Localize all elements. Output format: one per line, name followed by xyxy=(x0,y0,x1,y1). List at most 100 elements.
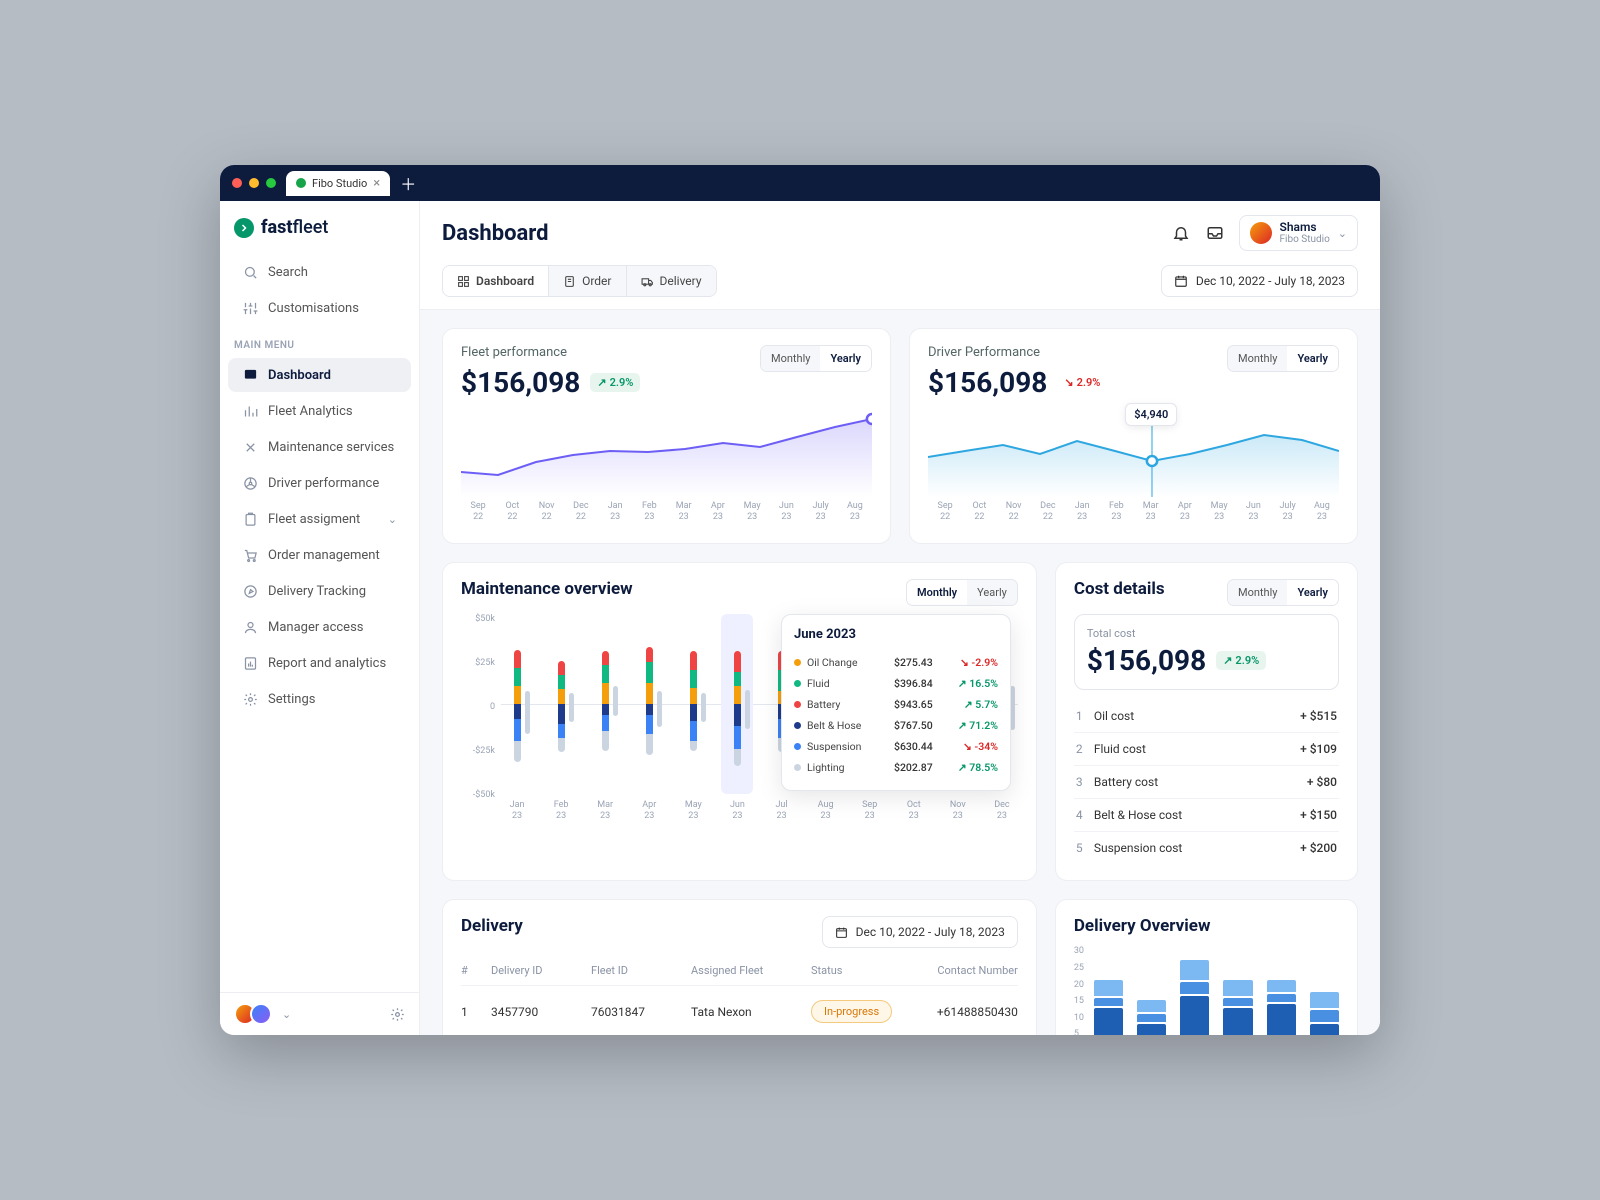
section-title: Delivery Overview xyxy=(1074,916,1339,936)
toggle-monthly[interactable]: Monthly xyxy=(907,580,967,605)
period-toggle: Monthly Yearly xyxy=(1227,345,1339,372)
sidebar-footer: ⌄ xyxy=(220,992,419,1035)
toggle-yearly[interactable]: Yearly xyxy=(1287,346,1338,371)
cost-row: 1Oil cost+ $515 xyxy=(1074,700,1339,733)
cost-row: 2Fluid cost+ $109 xyxy=(1074,733,1339,766)
browser-tab[interactable]: Fibo Studio × xyxy=(286,171,390,196)
delta-badge: ↗ 2.9% xyxy=(590,373,640,392)
cost-list: 1Oil cost+ $5152Fluid cost+ $1093Battery… xyxy=(1074,700,1339,864)
titlebar: Fibo Studio × ＋ xyxy=(220,165,1380,201)
maintenance-overview-card: Maintenance overview Monthly Yearly $50k… xyxy=(442,562,1037,881)
delivery-overview-card: Delivery Overview 302520151050 xyxy=(1055,899,1358,1035)
sliders-icon xyxy=(242,300,258,316)
tab-title: Fibo Studio xyxy=(312,177,367,190)
user-icon xyxy=(242,619,258,635)
period-toggle: Monthly Yearly xyxy=(1227,579,1339,606)
search-input[interactable]: Search xyxy=(228,255,411,289)
card-title: Fleet performance xyxy=(461,345,640,360)
metric-value: $156,098 ↘ 2.9% xyxy=(928,366,1107,399)
bell-icon[interactable] xyxy=(1171,223,1191,243)
tab-delivery[interactable]: Delivery xyxy=(627,266,716,296)
calendar-icon xyxy=(835,926,848,939)
sidebar-item-settings[interactable]: Settings xyxy=(228,682,411,716)
maintenance-tooltip: June 2023 Oil Change$275.43↘ -2.9%Fluid$… xyxy=(781,614,1011,791)
analytics-icon xyxy=(242,403,258,419)
cost-details-card: Cost details Monthly Yearly Total cost $… xyxy=(1055,562,1358,881)
target-icon xyxy=(242,583,258,599)
sidebar-item-reports[interactable]: Report and analytics xyxy=(228,646,411,680)
steering-icon xyxy=(242,475,258,491)
view-tabs: Dashboard Order Delivery xyxy=(442,265,717,297)
tab-order[interactable]: Order xyxy=(549,266,626,296)
delivery-card: Delivery Dec 10, 2022 - July 18, 2023 # … xyxy=(442,899,1037,1035)
main-content: Dashboard Shams Fibo Studio ⌄ xyxy=(420,201,1380,1035)
toggle-yearly[interactable]: Yearly xyxy=(820,346,871,371)
delta-badge: ↘ 2.9% xyxy=(1057,373,1107,392)
fleet-performance-card: Fleet performance $156,098 ↗ 2.9% Monthl… xyxy=(442,328,891,544)
card-title: Driver Performance xyxy=(928,345,1107,360)
topbar: Dashboard Shams Fibo Studio ⌄ xyxy=(420,201,1380,310)
app-window: Fibo Studio × ＋ fastfleet Search Customi… xyxy=(220,165,1380,1035)
minimize-window[interactable] xyxy=(249,178,259,188)
sidebar-item-dashboard[interactable]: Dashboard xyxy=(228,358,411,392)
gear-icon xyxy=(242,691,258,707)
date-range-picker[interactable]: Dec 10, 2022 - July 18, 2023 xyxy=(822,916,1018,948)
sidebar-section-label: MAIN MENU xyxy=(220,326,419,357)
search-icon xyxy=(242,264,258,280)
cost-row: 3Battery cost+ $80 xyxy=(1074,766,1339,799)
sidebar-item-analytics[interactable]: Fleet Analytics xyxy=(228,394,411,428)
delivery-overview-chart: 302520151050 xyxy=(1074,946,1339,1035)
sidebar-item-tracking[interactable]: Delivery Tracking xyxy=(228,574,411,608)
total-cost-box: Total cost $156,098 ↗ 2.9% xyxy=(1074,614,1339,690)
clipboard-icon xyxy=(242,511,258,527)
new-tab-button[interactable]: ＋ xyxy=(400,171,416,195)
tab-dashboard[interactable]: Dashboard xyxy=(443,266,549,296)
driver-performance-card: Driver Performance $156,098 ↘ 2.9% Month… xyxy=(909,328,1358,544)
section-title: Maintenance overview xyxy=(461,579,633,599)
toggle-monthly[interactable]: Monthly xyxy=(761,346,821,371)
cost-row: 5Suspension cost+ $200 xyxy=(1074,832,1339,864)
sidebar-item-orders[interactable]: Order management xyxy=(228,538,411,572)
avatar xyxy=(1250,222,1272,244)
sidebar-item-assignment[interactable]: Fleet assigment ⌄ xyxy=(228,502,411,536)
report-icon xyxy=(242,655,258,671)
sidebar-item-driver[interactable]: Driver performance xyxy=(228,466,411,500)
line-chart: $4,940 Sep22Oct22Nov22Dec22Jan23Feb23Mar… xyxy=(928,407,1339,527)
calendar-icon xyxy=(1174,274,1188,288)
inbox-icon[interactable] xyxy=(1205,223,1225,243)
chevron-down-icon: ⌄ xyxy=(388,513,397,526)
tab-close-icon[interactable]: × xyxy=(373,176,380,191)
chart-tooltip: $4,940 xyxy=(1125,403,1177,426)
section-title: Cost details xyxy=(1074,579,1165,599)
wrench-icon xyxy=(242,439,258,455)
period-toggle: Monthly Yearly xyxy=(906,579,1018,606)
sidebar-customisations[interactable]: Customisations xyxy=(228,291,411,325)
logo[interactable]: fastfleet xyxy=(220,201,419,254)
stacked-bar-chart: $50k$25k0-$25k-$50k Jan23Feb23Mar23Apr23… xyxy=(461,614,1018,822)
maximize-window[interactable] xyxy=(266,178,276,188)
tab-favicon xyxy=(296,178,306,188)
dashboard-icon xyxy=(242,367,258,383)
metric-value: $156,098 ↗ 2.9% xyxy=(461,366,640,399)
chevron-down-icon[interactable]: ⌄ xyxy=(282,1008,291,1021)
avatar-stack[interactable] xyxy=(234,1003,272,1025)
sidebar-item-manager[interactable]: Manager access xyxy=(228,610,411,644)
toggle-yearly[interactable]: Yearly xyxy=(967,580,1017,605)
section-title: Delivery xyxy=(461,916,523,936)
gear-icon[interactable] xyxy=(390,1007,405,1022)
toggle-monthly[interactable]: Monthly xyxy=(1228,346,1288,371)
table-row[interactable]: 1345779076031847Tata NexonIn-progress+61… xyxy=(461,986,1018,1035)
toggle-yearly[interactable]: Yearly xyxy=(1287,580,1338,605)
tooltip-title: June 2023 xyxy=(794,627,998,642)
chevron-down-icon: ⌄ xyxy=(1338,227,1347,240)
window-controls xyxy=(232,178,276,188)
period-toggle: Monthly Yearly xyxy=(760,345,872,372)
date-range-picker[interactable]: Dec 10, 2022 - July 18, 2023 xyxy=(1161,265,1358,297)
cost-row: 4Belt & Hose cost+ $150 xyxy=(1074,799,1339,832)
sidebar: fastfleet Search Customisations MAIN MEN… xyxy=(220,201,420,1035)
toggle-monthly[interactable]: Monthly xyxy=(1228,580,1288,605)
user-menu[interactable]: Shams Fibo Studio ⌄ xyxy=(1239,215,1358,251)
sidebar-item-maintenance[interactable]: Maintenance services xyxy=(228,430,411,464)
delta-badge: ↗ 2.9% xyxy=(1216,651,1266,670)
close-window[interactable] xyxy=(232,178,242,188)
